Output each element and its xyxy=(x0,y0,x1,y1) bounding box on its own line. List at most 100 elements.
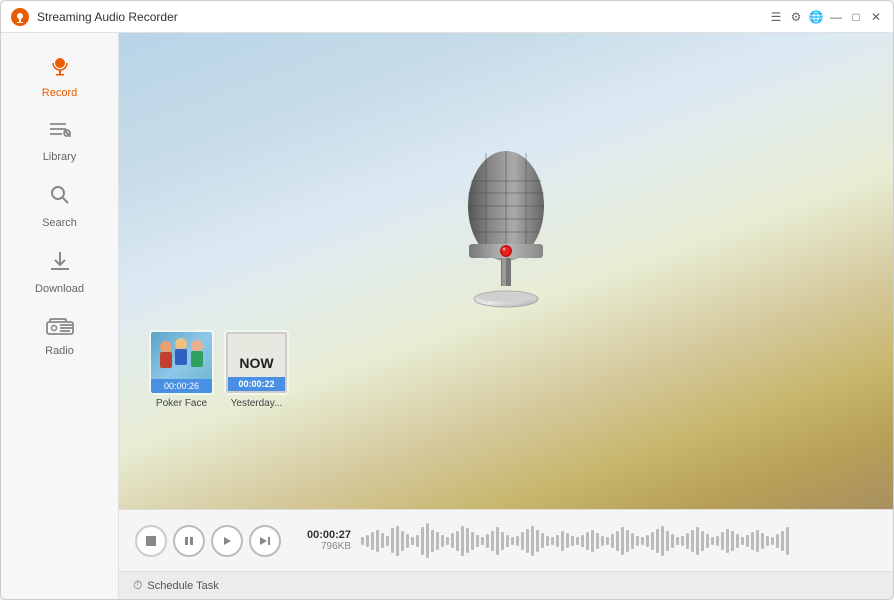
wave-bar xyxy=(566,533,569,548)
track-name-yesterday: Yesterday... xyxy=(231,398,283,409)
wave-bar xyxy=(361,537,364,545)
sidebar-item-download[interactable]: Download xyxy=(1,239,118,305)
menu-icon[interactable]: ☰ xyxy=(769,10,783,24)
wave-bar xyxy=(411,537,414,545)
sidebar-item-record[interactable]: Record xyxy=(1,43,118,109)
wave-bar xyxy=(761,533,764,549)
wave-bar xyxy=(441,535,444,547)
wave-bar xyxy=(576,537,579,545)
sidebar-search-label: Search xyxy=(42,217,77,229)
wave-bar xyxy=(391,528,394,553)
wave-bar xyxy=(471,532,474,550)
maximize-button[interactable]: □ xyxy=(849,10,863,24)
wave-bar xyxy=(771,537,774,545)
globe-icon[interactable]: 🌐 xyxy=(809,10,823,24)
wave-bar xyxy=(491,531,494,551)
sidebar: Record Library xyxy=(1,33,119,599)
wave-bar xyxy=(661,526,664,556)
wave-bar xyxy=(776,534,779,548)
wave-bar xyxy=(501,532,504,550)
wave-bar xyxy=(681,536,684,546)
microphone-area xyxy=(119,33,893,509)
wave-bar xyxy=(366,535,369,547)
wave-bar xyxy=(731,531,734,551)
track-thumb-poker-face: 00:00:26 xyxy=(149,330,214,395)
sidebar-download-label: Download xyxy=(35,283,84,295)
wave-bar xyxy=(671,534,674,548)
track-name-poker-face: Poker Face xyxy=(156,398,207,409)
wave-bar xyxy=(406,534,409,548)
content-area: 00:00:26 Poker Face NOW 00:00:22 Yesterd… xyxy=(119,33,893,599)
wave-bar xyxy=(651,532,654,550)
microphone-icon xyxy=(441,141,571,321)
wave-bar xyxy=(546,536,549,546)
track-time-poker-face: 00:00:26 xyxy=(151,379,212,393)
track-time-yesterday: 00:00:22 xyxy=(228,377,285,391)
wave-bar xyxy=(716,536,719,546)
app-window: Streaming Audio Recorder ☰ ⚙ 🌐 — □ ✕ xyxy=(0,0,894,600)
player-time: 00:00:27 xyxy=(307,529,351,541)
player-controls xyxy=(135,525,281,557)
wave-bar xyxy=(626,530,629,552)
wave-bar xyxy=(456,531,459,551)
sidebar-item-search[interactable]: Search xyxy=(1,173,118,239)
window-title: Streaming Audio Recorder xyxy=(37,10,769,24)
sidebar-item-radio[interactable]: Radio xyxy=(1,305,118,367)
play-button[interactable] xyxy=(211,525,243,557)
player-info: 00:00:27 796KB xyxy=(291,529,351,552)
wave-bar xyxy=(721,532,724,550)
wave-bar xyxy=(451,533,454,548)
sidebar-item-library[interactable]: Library xyxy=(1,109,118,173)
wave-bar xyxy=(601,536,604,546)
wave-bar xyxy=(691,530,694,552)
wave-bar xyxy=(596,533,599,549)
track-card-yesterday[interactable]: NOW 00:00:22 Yesterday... xyxy=(224,330,289,409)
waveform-display xyxy=(361,523,877,559)
wave-bar xyxy=(741,537,744,545)
library-icon xyxy=(48,119,72,147)
tracks-area: 00:00:26 Poker Face NOW 00:00:22 Yesterd… xyxy=(129,320,309,419)
sidebar-library-label: Library xyxy=(43,151,77,163)
wave-bar xyxy=(436,532,439,550)
wave-bar xyxy=(476,535,479,547)
wave-bar xyxy=(646,535,649,547)
pause-button[interactable] xyxy=(173,525,205,557)
sidebar-record-label: Record xyxy=(42,87,77,99)
background-area: 00:00:26 Poker Face NOW 00:00:22 Yesterd… xyxy=(119,33,893,509)
wave-bar xyxy=(751,532,754,550)
wave-bar xyxy=(631,533,634,549)
wave-bar xyxy=(706,534,709,548)
wave-bar xyxy=(511,537,514,545)
wave-bar xyxy=(556,535,559,547)
wave-bar xyxy=(586,532,589,550)
next-button[interactable] xyxy=(249,525,281,557)
wave-bar xyxy=(786,527,789,555)
track-card-poker-face[interactable]: 00:00:26 Poker Face xyxy=(149,330,214,409)
wave-bar xyxy=(736,534,739,548)
wave-bar xyxy=(641,537,644,545)
wave-bar xyxy=(746,535,749,547)
wave-bar xyxy=(401,531,404,551)
wave-bar xyxy=(371,532,374,550)
wave-bar xyxy=(616,531,619,551)
radio-icon xyxy=(46,315,74,341)
title-bar: Streaming Audio Recorder ☰ ⚙ 🌐 — □ ✕ xyxy=(1,1,893,33)
wave-bar xyxy=(666,531,669,551)
wave-bar xyxy=(621,527,624,555)
wave-bar xyxy=(466,528,469,553)
close-button[interactable]: ✕ xyxy=(869,10,883,24)
stop-button[interactable] xyxy=(135,525,167,557)
settings-icon[interactable]: ⚙ xyxy=(789,10,803,24)
wave-bar xyxy=(696,527,699,555)
wave-bar xyxy=(516,536,519,546)
wave-bar xyxy=(461,526,464,556)
schedule-bar[interactable]: ⏱ Schedule Task xyxy=(119,571,893,599)
wave-bar xyxy=(606,537,609,545)
wave-bar xyxy=(531,526,534,556)
wave-bar xyxy=(781,531,784,551)
app-icon xyxy=(11,8,29,26)
record-icon xyxy=(48,53,72,83)
wave-bar xyxy=(686,533,689,549)
wave-bar xyxy=(386,536,389,546)
minimize-button[interactable]: — xyxy=(829,10,843,24)
